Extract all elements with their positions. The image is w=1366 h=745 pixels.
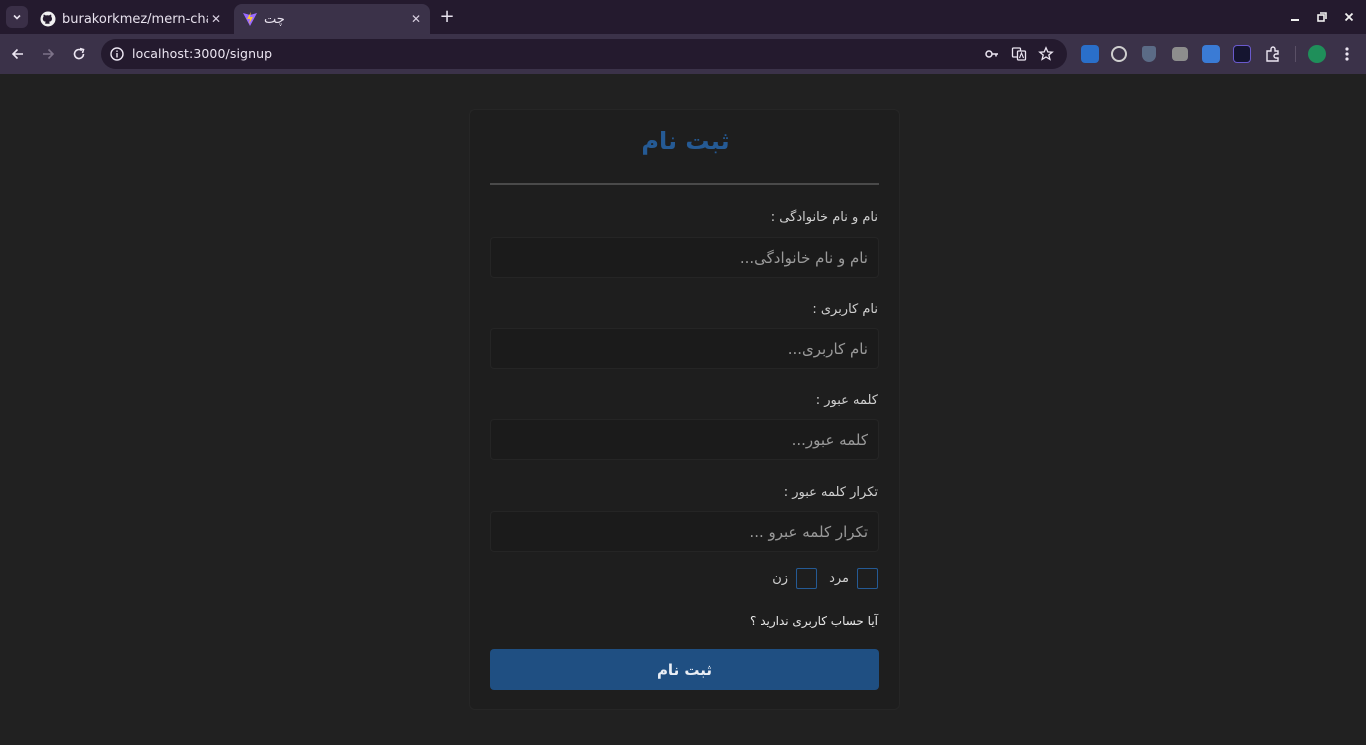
- signup-card: ثبت نام نام و نام خانوادگی : نام کاربری …: [469, 109, 900, 710]
- camera-extension-icon[interactable]: [1172, 47, 1188, 61]
- close-window-icon[interactable]: [1340, 8, 1358, 26]
- page-title: ثبت نام: [641, 127, 730, 155]
- new-tab-button[interactable]: +: [438, 8, 456, 26]
- back-button[interactable]: [8, 44, 28, 64]
- fullname-label: نام و نام خانوادگی :: [770, 210, 878, 225]
- fullname-input[interactable]: [490, 237, 879, 278]
- translate-icon[interactable]: [1011, 46, 1027, 62]
- password-label: کلمه عبور :: [815, 393, 878, 408]
- account-question-link[interactable]: آیا حساب کاربری ندارید ؟: [750, 614, 878, 628]
- arrow-left-icon: [11, 48, 23, 60]
- confirm-password-input[interactable]: [490, 511, 879, 552]
- vite-icon: [243, 12, 257, 26]
- more-vert-icon[interactable]: [1341, 45, 1353, 63]
- shield-extension-icon[interactable]: [1142, 46, 1156, 62]
- username-input[interactable]: [490, 328, 879, 369]
- reload-icon: [73, 47, 85, 60]
- restore-icon[interactable]: [1313, 8, 1331, 26]
- screen-capture-extension-icon[interactable]: [1081, 45, 1099, 63]
- site-info-icon[interactable]: [109, 46, 125, 62]
- female-label: زن: [772, 571, 789, 586]
- tab-title: چت: [264, 11, 285, 27]
- tab-title: burakorkmez/mern-chat: [62, 11, 208, 27]
- tab-chat[interactable]: چت ✕: [234, 4, 430, 34]
- browser-toolbar: localhost:3000/signup: [0, 34, 1366, 74]
- github-icon: [40, 11, 56, 27]
- username-label: نام کاربری :: [812, 302, 878, 317]
- signup-button[interactable]: ثبت نام: [490, 649, 879, 690]
- male-checkbox[interactable]: [857, 568, 878, 589]
- title-divider: [490, 183, 879, 185]
- url-text: localhost:3000/signup: [132, 46, 273, 61]
- record-extension-icon[interactable]: [1111, 46, 1127, 62]
- translate-extension-icon[interactable]: [1202, 45, 1220, 63]
- puzzle-icon[interactable]: [1264, 45, 1282, 63]
- tab-search-button[interactable]: [6, 6, 28, 28]
- toolbar-divider: [1295, 46, 1296, 62]
- close-icon[interactable]: ✕: [208, 11, 224, 27]
- star-icon[interactable]: [1038, 46, 1054, 62]
- chevron-down-icon: [13, 14, 21, 20]
- password-input[interactable]: [490, 419, 879, 460]
- reload-button[interactable]: [69, 44, 89, 64]
- close-icon[interactable]: ✕: [408, 11, 424, 27]
- avatar[interactable]: [1308, 45, 1326, 63]
- address-bar[interactable]: localhost:3000/signup: [101, 39, 1067, 69]
- key-icon[interactable]: [984, 46, 1000, 62]
- male-label: مرد: [829, 571, 849, 586]
- gender-selector: مرد زن: [768, 568, 878, 589]
- dark-extension-icon[interactable]: [1233, 45, 1251, 63]
- tab-strip: burakorkmez/mern-chat ✕ چت ✕ +: [0, 0, 1366, 34]
- arrow-right-icon: [43, 48, 55, 60]
- female-checkbox[interactable]: [796, 568, 818, 589]
- confirm-password-label: تکرار کلمه عبور :: [783, 485, 878, 500]
- minimize-icon[interactable]: [1286, 8, 1304, 26]
- forward-button[interactable]: [38, 44, 58, 64]
- tab-github[interactable]: burakorkmez/mern-chat ✕: [34, 4, 230, 34]
